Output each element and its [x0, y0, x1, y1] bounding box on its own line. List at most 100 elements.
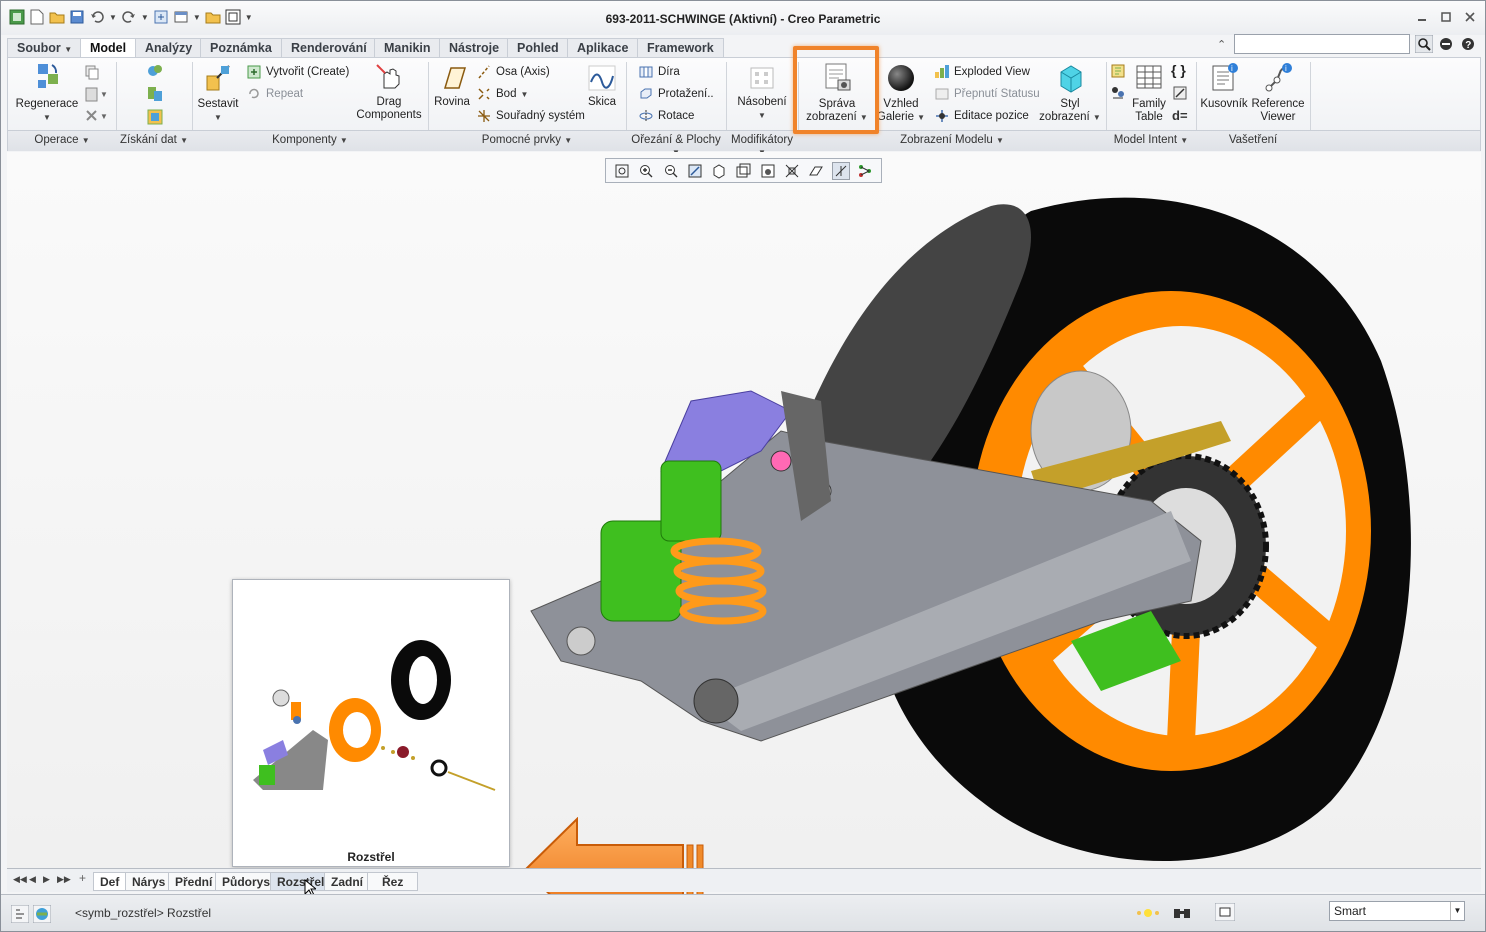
add-view-icon[interactable]: +: [79, 871, 86, 885]
dira-button[interactable]: Díra: [638, 64, 680, 80]
paste-icon[interactable]: ▼: [84, 86, 108, 105]
tab-aplikace[interactable]: Aplikace: [567, 38, 639, 58]
group-ziskani-dat[interactable]: Získání dat ▼: [116, 134, 192, 146]
tab-analyzy[interactable]: Analýzy: [135, 38, 203, 58]
next-view-icon[interactable]: ▶: [43, 874, 50, 885]
display-style-icon[interactable]: [710, 162, 728, 180]
shrinkwrap-icon[interactable]: [146, 62, 164, 83]
regeneration-status-icon[interactable]: [1135, 907, 1161, 922]
graphics-area[interactable]: [7, 152, 1481, 868]
tab-soubor[interactable]: Soubor ▼: [7, 38, 83, 58]
community-icon[interactable]: [1439, 37, 1453, 54]
perspective-icon[interactable]: [783, 162, 801, 180]
saved-orientations-icon[interactable]: [734, 162, 752, 180]
minimize-icon[interactable]: [1417, 11, 1427, 25]
reference-viewer-button[interactable]: i Reference Viewer: [1248, 62, 1308, 124]
tab-model[interactable]: Model: [80, 38, 137, 59]
braces-icon[interactable]: { }: [1171, 62, 1186, 78]
souradny-button[interactable]: Souřadný systém: [476, 108, 585, 124]
view-manager-icon[interactable]: [759, 162, 777, 180]
kusovnik-label: Kusovník: [1200, 98, 1248, 110]
tab-poznamka[interactable]: Poznámka: [200, 38, 282, 58]
nasobeni-button[interactable]: Násobení ▼: [732, 64, 792, 122]
view-tab-def[interactable]: Def: [93, 872, 127, 891]
drag-components-button[interactable]: Drag Components: [352, 62, 426, 122]
zoom-out-icon[interactable]: [662, 162, 680, 180]
view-tab-narys[interactable]: Nárys: [125, 872, 173, 891]
delete-icon[interactable]: ▼: [84, 108, 108, 127]
last-view-icon[interactable]: ▶▶: [57, 874, 71, 885]
search-input[interactable]: [1234, 34, 1410, 54]
rovina-button[interactable]: Rovina: [432, 64, 472, 109]
model-3d-view[interactable]: [7, 152, 1481, 868]
sestavit-label: Sestavit: [197, 98, 239, 110]
browser-toggle-icon[interactable]: [32, 904, 52, 926]
selection-filter-dropdown[interactable]: Smart ▼: [1329, 901, 1465, 921]
close-icon[interactable]: [1465, 11, 1475, 25]
repaint-icon[interactable]: [686, 162, 704, 180]
view-tab-zadni[interactable]: Zadní: [324, 872, 370, 891]
group-vasetreni[interactable]: Vašetření: [1196, 134, 1310, 146]
rotace-button[interactable]: Rotace: [638, 108, 694, 124]
maximize-icon[interactable]: [1441, 11, 1451, 25]
tab-framework[interactable]: Framework: [637, 38, 724, 58]
refit-icon[interactable]: [613, 162, 631, 180]
switch-dimensions-icon[interactable]: [1172, 85, 1188, 104]
group-pomocne-prvky[interactable]: Pomocné prvky ▼: [428, 134, 626, 146]
zoom-in-icon[interactable]: [637, 162, 655, 180]
copy-icon[interactable]: [84, 64, 100, 83]
parameters-icon[interactable]: [1110, 85, 1126, 104]
group-model-intent[interactable]: Model Intent ▼: [1106, 134, 1196, 146]
find-icon[interactable]: [1173, 904, 1191, 925]
group-operace[interactable]: Operace ▼: [8, 134, 116, 146]
group-komponenty[interactable]: Komponenty ▼: [192, 134, 428, 146]
tab-renderovani[interactable]: Renderování: [281, 38, 377, 58]
skica-button[interactable]: Skica: [582, 64, 622, 109]
view-tab-pudorys[interactable]: Půdorys: [215, 872, 278, 891]
tab-manikin[interactable]: Manikin: [374, 38, 441, 58]
section-icon[interactable]: [807, 162, 825, 180]
bod-button[interactable]: Bod ▼: [476, 86, 528, 102]
view-tab-predni[interactable]: Přední: [168, 872, 220, 891]
family-table-button[interactable]: Family Table: [1128, 62, 1170, 124]
coordinate-system-icon: [478, 110, 490, 122]
view-tab-rozstrel[interactable]: Rozstřel: [270, 872, 332, 891]
svg-text:▼: ▼: [100, 112, 108, 121]
merge-icon[interactable]: [146, 108, 164, 129]
d-equals-icon[interactable]: d=: [1172, 108, 1188, 123]
vytvorit-button[interactable]: Vytvořit (Create): [246, 64, 349, 80]
vzhled-galerie-button[interactable]: Vzhled Galerie ▼: [876, 62, 926, 124]
protazeni-button[interactable]: Protažení..: [638, 86, 714, 102]
prepnuti-statusu-button[interactable]: Přepnutí Statusu: [934, 86, 1040, 102]
collapse-ribbon-icon[interactable]: ⌃: [1217, 38, 1226, 51]
navigator-toggle-icon[interactable]: [10, 904, 30, 926]
status-bar: <symb_rozstřel> Rozstřel Smart ▼: [1, 894, 1485, 931]
regenerace-button[interactable]: Regenerace ▼: [14, 62, 80, 124]
view-tab-rez[interactable]: Řez: [367, 872, 419, 891]
kusovnik-button[interactable]: i Kusovník: [1200, 62, 1248, 111]
styl-zobrazeni-button[interactable]: Styl zobrazení ▼: [1038, 62, 1102, 124]
exploded-view-button[interactable]: Exploded View: [934, 64, 1030, 80]
chevron-down-icon: ▼: [64, 45, 73, 54]
sestavit-button[interactable]: Sestavit ▼: [196, 64, 240, 124]
tab-nastroje[interactable]: Nástroje: [439, 38, 510, 58]
selection-mode-icon[interactable]: [1214, 902, 1236, 924]
repeat-button[interactable]: Repeat: [246, 86, 303, 102]
dira-label: Díra: [658, 66, 680, 78]
help-icon[interactable]: ?: [1461, 37, 1475, 54]
prev-view-icon[interactable]: ◀: [29, 874, 36, 885]
chevron-down-icon: ▼: [917, 113, 926, 122]
editace-pozice-button[interactable]: Editace pozice: [934, 108, 1029, 124]
first-view-icon[interactable]: ◀◀: [13, 874, 27, 885]
family-table-icon: [1135, 65, 1163, 97]
group-zobrazeni-modelu[interactable]: Zobrazení Modelu ▼: [798, 134, 1106, 146]
copy-geometry-icon[interactable]: [146, 85, 164, 106]
search-icon[interactable]: [1414, 34, 1434, 56]
datum-display-icon[interactable]: [831, 161, 850, 180]
osa-button[interactable]: Osa (Axis): [476, 64, 550, 80]
annotation-display-icon[interactable]: [856, 162, 874, 180]
relations-icon[interactable]: [1110, 63, 1126, 82]
protazeni-label: Protažení..: [658, 88, 714, 100]
chevron-down-icon: ▼: [81, 136, 90, 145]
tab-pohled[interactable]: Pohled: [507, 38, 569, 58]
